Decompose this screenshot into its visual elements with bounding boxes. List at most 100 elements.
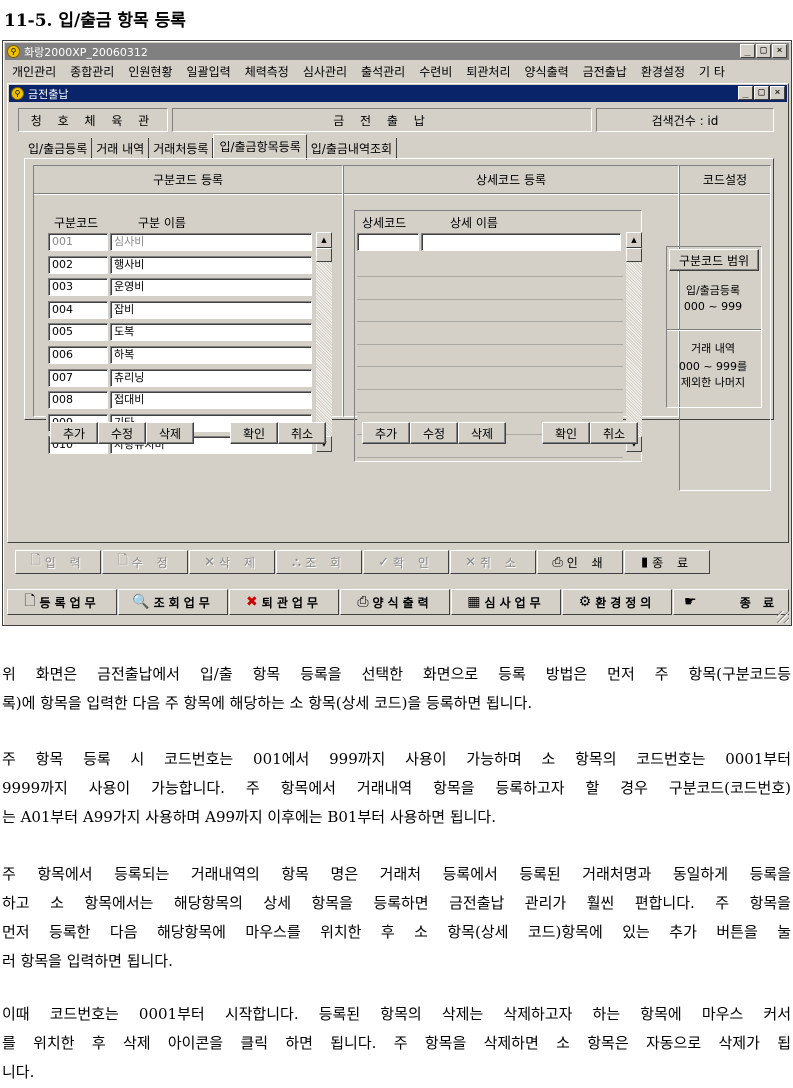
child-minimize-button[interactable]: _ bbox=[738, 86, 753, 100]
main-button-1[interactable]: 🔍 조회업무 bbox=[118, 589, 228, 615]
toolbar-button-7[interactable]: ▮ 종 료 bbox=[624, 550, 710, 574]
main-button-6[interactable]: ☛ 종 료 bbox=[673, 589, 789, 615]
detail-empty-row[interactable] bbox=[357, 322, 623, 345]
main-button-5[interactable]: ⚙ 환경정의 bbox=[562, 589, 672, 615]
category-code-cell[interactable]: 003 bbox=[48, 278, 108, 297]
menu-item[interactable]: 금전출납 bbox=[576, 63, 634, 80]
detail-empty-row[interactable] bbox=[357, 300, 623, 323]
category-code-cell[interactable]: 002 bbox=[48, 255, 108, 274]
category-code-cell[interactable]: 008 bbox=[48, 391, 108, 410]
menu-item[interactable]: 출석관리 bbox=[354, 63, 412, 80]
category-code-cell[interactable]: 001 bbox=[48, 233, 108, 251]
toolbar-button-5[interactable]: ✕ 취 소 bbox=[450, 550, 536, 574]
category-edit-button[interactable]: 수정 bbox=[98, 422, 146, 444]
category-name-cell[interactable]: 하복 bbox=[110, 346, 312, 364]
menu-item[interactable]: 일괄입력 bbox=[180, 63, 238, 80]
toolbar-button-6[interactable]: ⎙ 인 쇄 bbox=[537, 550, 623, 574]
detail-section: 상세코드 등록 상세코드 상세 이름 ▲ ▼ 추가 수정 삭제 확인 취소 bbox=[343, 165, 679, 462]
detail-delete-button[interactable]: 삭제 bbox=[458, 422, 506, 444]
category-delete-button[interactable]: 삭제 bbox=[146, 422, 194, 444]
main-button-label: 심사업무 bbox=[484, 595, 545, 610]
toolbar-button-label: 종 료 bbox=[652, 555, 694, 570]
tab-4[interactable]: 입/출금내역조회 bbox=[307, 138, 398, 159]
toolbar-button-1[interactable]: 🗋 수 정 bbox=[102, 550, 188, 574]
menu-item[interactable]: 인원현황 bbox=[121, 63, 179, 80]
divider bbox=[667, 329, 761, 331]
exam-icon: ▦ bbox=[467, 594, 481, 610]
category-row[interactable]: 004 잡비 bbox=[48, 300, 314, 320]
tab-2[interactable]: 거래처등록 bbox=[149, 138, 214, 159]
category-code-cell[interactable]: 005 bbox=[48, 323, 108, 342]
detail-empty-row[interactable] bbox=[357, 255, 623, 277]
category-name-cell[interactable]: 도복 bbox=[110, 323, 312, 342]
category-row[interactable]: 006 하복 bbox=[48, 345, 314, 365]
category-name-cell[interactable]: 잡비 bbox=[110, 300, 312, 319]
category-row[interactable]: 008 접대비 bbox=[48, 390, 314, 410]
category-code-cell[interactable]: 007 bbox=[48, 368, 108, 387]
window-logo-icon: ⚲ bbox=[11, 87, 24, 100]
main-button-4[interactable]: ▦ 심사업무 bbox=[451, 589, 561, 615]
menu-item[interactable]: 양식출력 bbox=[518, 63, 576, 80]
category-confirm-button[interactable]: 확인 bbox=[230, 422, 278, 444]
detail-empty-row[interactable] bbox=[357, 390, 623, 413]
minimize-button[interactable]: _ bbox=[740, 44, 755, 58]
detail-name-input[interactable] bbox=[421, 233, 621, 251]
category-cancel-button[interactable]: 취소 bbox=[278, 422, 326, 444]
menu-item[interactable]: 심사관리 bbox=[296, 63, 354, 80]
category-code-cell[interactable]: 004 bbox=[48, 300, 108, 319]
menu-item[interactable]: 퇴관처리 bbox=[459, 63, 517, 80]
category-name-cell[interactable]: 행사비 bbox=[110, 255, 312, 274]
child-close-button[interactable]: × bbox=[770, 86, 785, 100]
category-row[interactable]: 003 운영비 bbox=[48, 277, 314, 297]
detail-scrollbar[interactable]: ▲ ▼ bbox=[626, 232, 642, 452]
scroll-thumb[interactable] bbox=[626, 248, 642, 262]
menu-item[interactable]: 기 타 bbox=[692, 63, 732, 80]
detail-add-button[interactable]: 추가 bbox=[362, 422, 410, 444]
category-name-cell[interactable]: 운영비 bbox=[110, 278, 312, 297]
scroll-thumb[interactable] bbox=[316, 248, 332, 262]
menu-item[interactable]: 종합관리 bbox=[63, 63, 121, 80]
category-row[interactable]: 001 심사비 bbox=[48, 232, 314, 252]
detail-edit-button[interactable]: 수정 bbox=[410, 422, 458, 444]
scroll-up-arrow-icon[interactable]: ▲ bbox=[316, 232, 332, 248]
toolbar-button-4[interactable]: ✓ 확 인 bbox=[363, 550, 449, 574]
tab-0[interactable]: 입/출금등록 bbox=[24, 138, 93, 159]
main-button-2[interactable]: ✖ 퇴관업무 bbox=[229, 589, 339, 615]
detail-cancel-button[interactable]: 취소 bbox=[590, 422, 638, 444]
check-icon: ✓ bbox=[378, 554, 389, 570]
main-button-3[interactable]: ⎙ 양식출력 bbox=[340, 589, 450, 615]
category-name-cell[interactable]: 츄리닝 bbox=[110, 368, 312, 387]
category-name-cell[interactable]: 심사비 bbox=[110, 233, 312, 251]
tab-1[interactable]: 거래 내역 bbox=[92, 138, 150, 159]
resize-grip[interactable] bbox=[777, 611, 789, 623]
main-button-0[interactable]: 🗋 등록업무 bbox=[7, 589, 117, 615]
code-range-button[interactable]: 구분코드 범위 bbox=[669, 249, 759, 271]
detail-confirm-button[interactable]: 확인 bbox=[542, 422, 590, 444]
toolbar-button-3[interactable]: ⛬ 조 회 bbox=[276, 550, 362, 574]
category-row[interactable]: 002 행사비 bbox=[48, 255, 314, 275]
menu-item[interactable]: 개인관리 bbox=[5, 63, 63, 80]
category-row[interactable]: 005 도복 bbox=[48, 322, 314, 342]
detail-empty-row[interactable] bbox=[357, 368, 623, 390]
menu-item[interactable]: 환경설정 bbox=[634, 63, 692, 80]
menu-item[interactable]: 체력측정 bbox=[238, 63, 296, 80]
detail-empty-row[interactable] bbox=[357, 277, 623, 300]
category-add-button[interactable]: 추가 bbox=[50, 422, 98, 444]
category-section: 구분코드 등록 구분코드 구분 이름 001 심사비 002 행사비 003 운영비 004… bbox=[33, 165, 343, 456]
category-code-cell[interactable]: 006 bbox=[48, 346, 108, 364]
paragraph-line: 니다. bbox=[2, 1063, 35, 1081]
toolbar-button-2[interactable]: ✕ 삭 제 bbox=[189, 550, 275, 574]
category-name-cell[interactable]: 접대비 bbox=[110, 391, 312, 410]
detail-code-input[interactable] bbox=[357, 233, 419, 251]
menu-item[interactable]: 수련비 bbox=[412, 63, 459, 80]
tab-3[interactable]: 입/출금항목등록 bbox=[213, 134, 307, 160]
detail-empty-row[interactable] bbox=[357, 345, 623, 368]
close-button[interactable]: × bbox=[772, 44, 787, 58]
category-row[interactable]: 007 츄리닝 bbox=[48, 368, 314, 388]
category-scrollbar[interactable]: ▲ ▼ bbox=[316, 232, 332, 452]
main-button-label: 퇴관업무 bbox=[261, 595, 322, 610]
child-maximize-button[interactable]: □ bbox=[754, 86, 769, 100]
toolbar-button-0[interactable]: 🗋 입 력 bbox=[15, 550, 101, 574]
scroll-up-arrow-icon[interactable]: ▲ bbox=[626, 232, 642, 248]
maximize-button[interactable]: □ bbox=[756, 44, 771, 58]
